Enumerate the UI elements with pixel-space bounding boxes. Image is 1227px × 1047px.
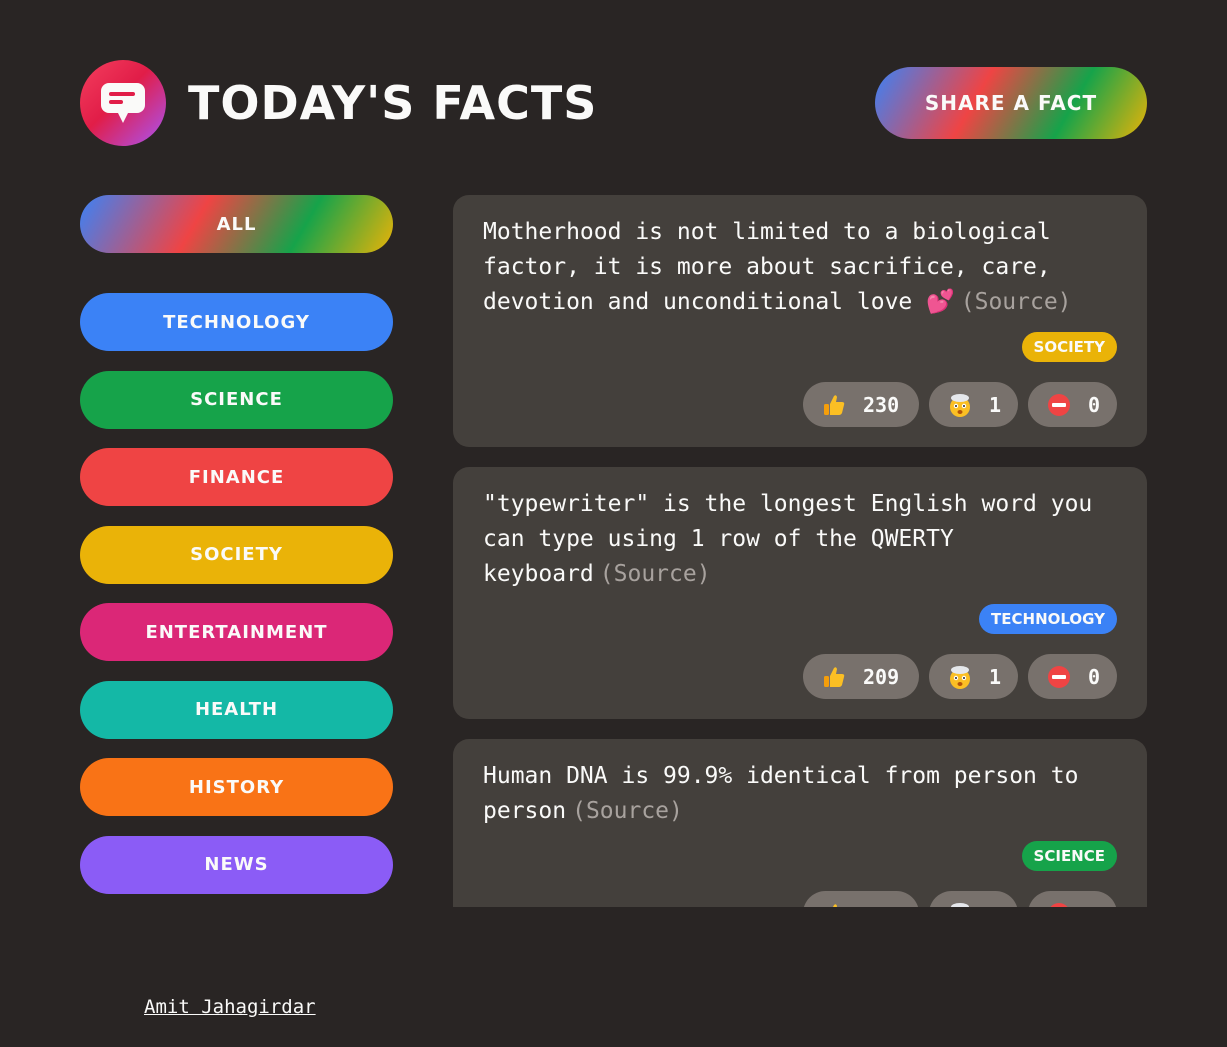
mindblowing-button[interactable] [929, 891, 1018, 907]
like-count: 209 [863, 664, 900, 689]
false-count: 0 [1088, 392, 1101, 417]
mindblowing-button[interactable]: 1 [929, 654, 1018, 699]
category-tag: SCIENCE [1021, 841, 1117, 871]
mind-blown-icon [950, 393, 970, 417]
mind-blown-icon [950, 665, 970, 689]
fact-card: Human DNA is 99.9% identical from person… [453, 739, 1147, 907]
category-history-button[interactable]: HISTORY [80, 758, 393, 816]
mind-blown-icon [951, 902, 969, 907]
tag-row: TECHNOLOGY [483, 604, 1117, 634]
page-title: TODAY'S FACTS [188, 76, 598, 130]
like-button[interactable] [803, 891, 919, 907]
mindblowing-button[interactable]: 1 [929, 382, 1018, 427]
fact-card: Motherhood is not limited to a biologica… [453, 195, 1147, 447]
category-society-button[interactable]: SOCIETY [80, 525, 393, 584]
mindblowing-count: 1 [989, 392, 1002, 417]
page: TODAY'S FACTS SHARE A FACT ALL TECHNOLOG… [0, 0, 1227, 1047]
vote-buttons: 209 1 0 [803, 654, 1117, 699]
fact-text: Human DNA is 99.9% identical from person… [483, 759, 1117, 829]
category-sidebar: ALL TECHNOLOGY SCIENCE FINANCE SOCIETY E… [80, 195, 393, 913]
thumbs-up-icon [832, 903, 837, 907]
thumbs-up-icon [824, 394, 845, 415]
tag-row: SCIENCE [483, 841, 1117, 871]
brand: TODAY'S FACTS [80, 60, 597, 146]
no-entry-icon [1048, 393, 1070, 416]
fact-card: "typewriter" is the longest English word… [453, 467, 1147, 719]
author-link[interactable]: Amit Jahagirdar [144, 996, 316, 1018]
false-button[interactable]: 0 [1028, 382, 1117, 427]
category-entertainment-button[interactable]: ENTERTAINMENT [80, 603, 393, 661]
category-health-button[interactable]: HEALTH [80, 680, 393, 739]
category-news-button[interactable]: NEWS [80, 835, 393, 894]
tag-row: SOCIETY [483, 332, 1117, 362]
share-fact-button[interactable]: SHARE A FACT [875, 67, 1147, 139]
like-button[interactable]: 230 [803, 382, 919, 427]
like-button[interactable]: 209 [803, 654, 919, 699]
thumbs-up-icon [824, 666, 845, 687]
category-tag: TECHNOLOGY [979, 604, 1117, 634]
no-entry-icon [1048, 665, 1070, 688]
mindblowing-count: 1 [989, 664, 1002, 689]
source-link[interactable]: (Source) [961, 289, 1072, 315]
no-entry-icon [1050, 902, 1068, 907]
category-all-button[interactable]: ALL [80, 195, 393, 253]
vote-buttons [803, 891, 1117, 907]
header: TODAY'S FACTS SHARE A FACT [80, 60, 1147, 146]
false-button[interactable]: 0 [1028, 654, 1117, 699]
source-link[interactable]: (Source) [600, 561, 711, 587]
like-count: 230 [863, 392, 900, 417]
fact-text: Motherhood is not limited to a biologica… [483, 215, 1117, 320]
speech-bubble-icon [101, 83, 145, 123]
fact-body: "typewriter" is the longest English word… [483, 491, 1093, 587]
facts-list: Motherhood is not limited to a biologica… [453, 195, 1147, 907]
false-button[interactable] [1028, 891, 1117, 907]
category-tag: SOCIETY [1021, 332, 1117, 362]
false-count: 0 [1088, 664, 1101, 689]
fact-text: "typewriter" is the longest English word… [483, 487, 1117, 592]
logo [80, 60, 166, 146]
category-technology-button[interactable]: TECHNOLOGY [80, 293, 393, 351]
source-link[interactable]: (Source) [572, 798, 683, 824]
vote-buttons: 230 1 0 [803, 382, 1117, 427]
category-science-button[interactable]: SCIENCE [80, 370, 393, 429]
category-finance-button[interactable]: FINANCE [80, 448, 393, 506]
